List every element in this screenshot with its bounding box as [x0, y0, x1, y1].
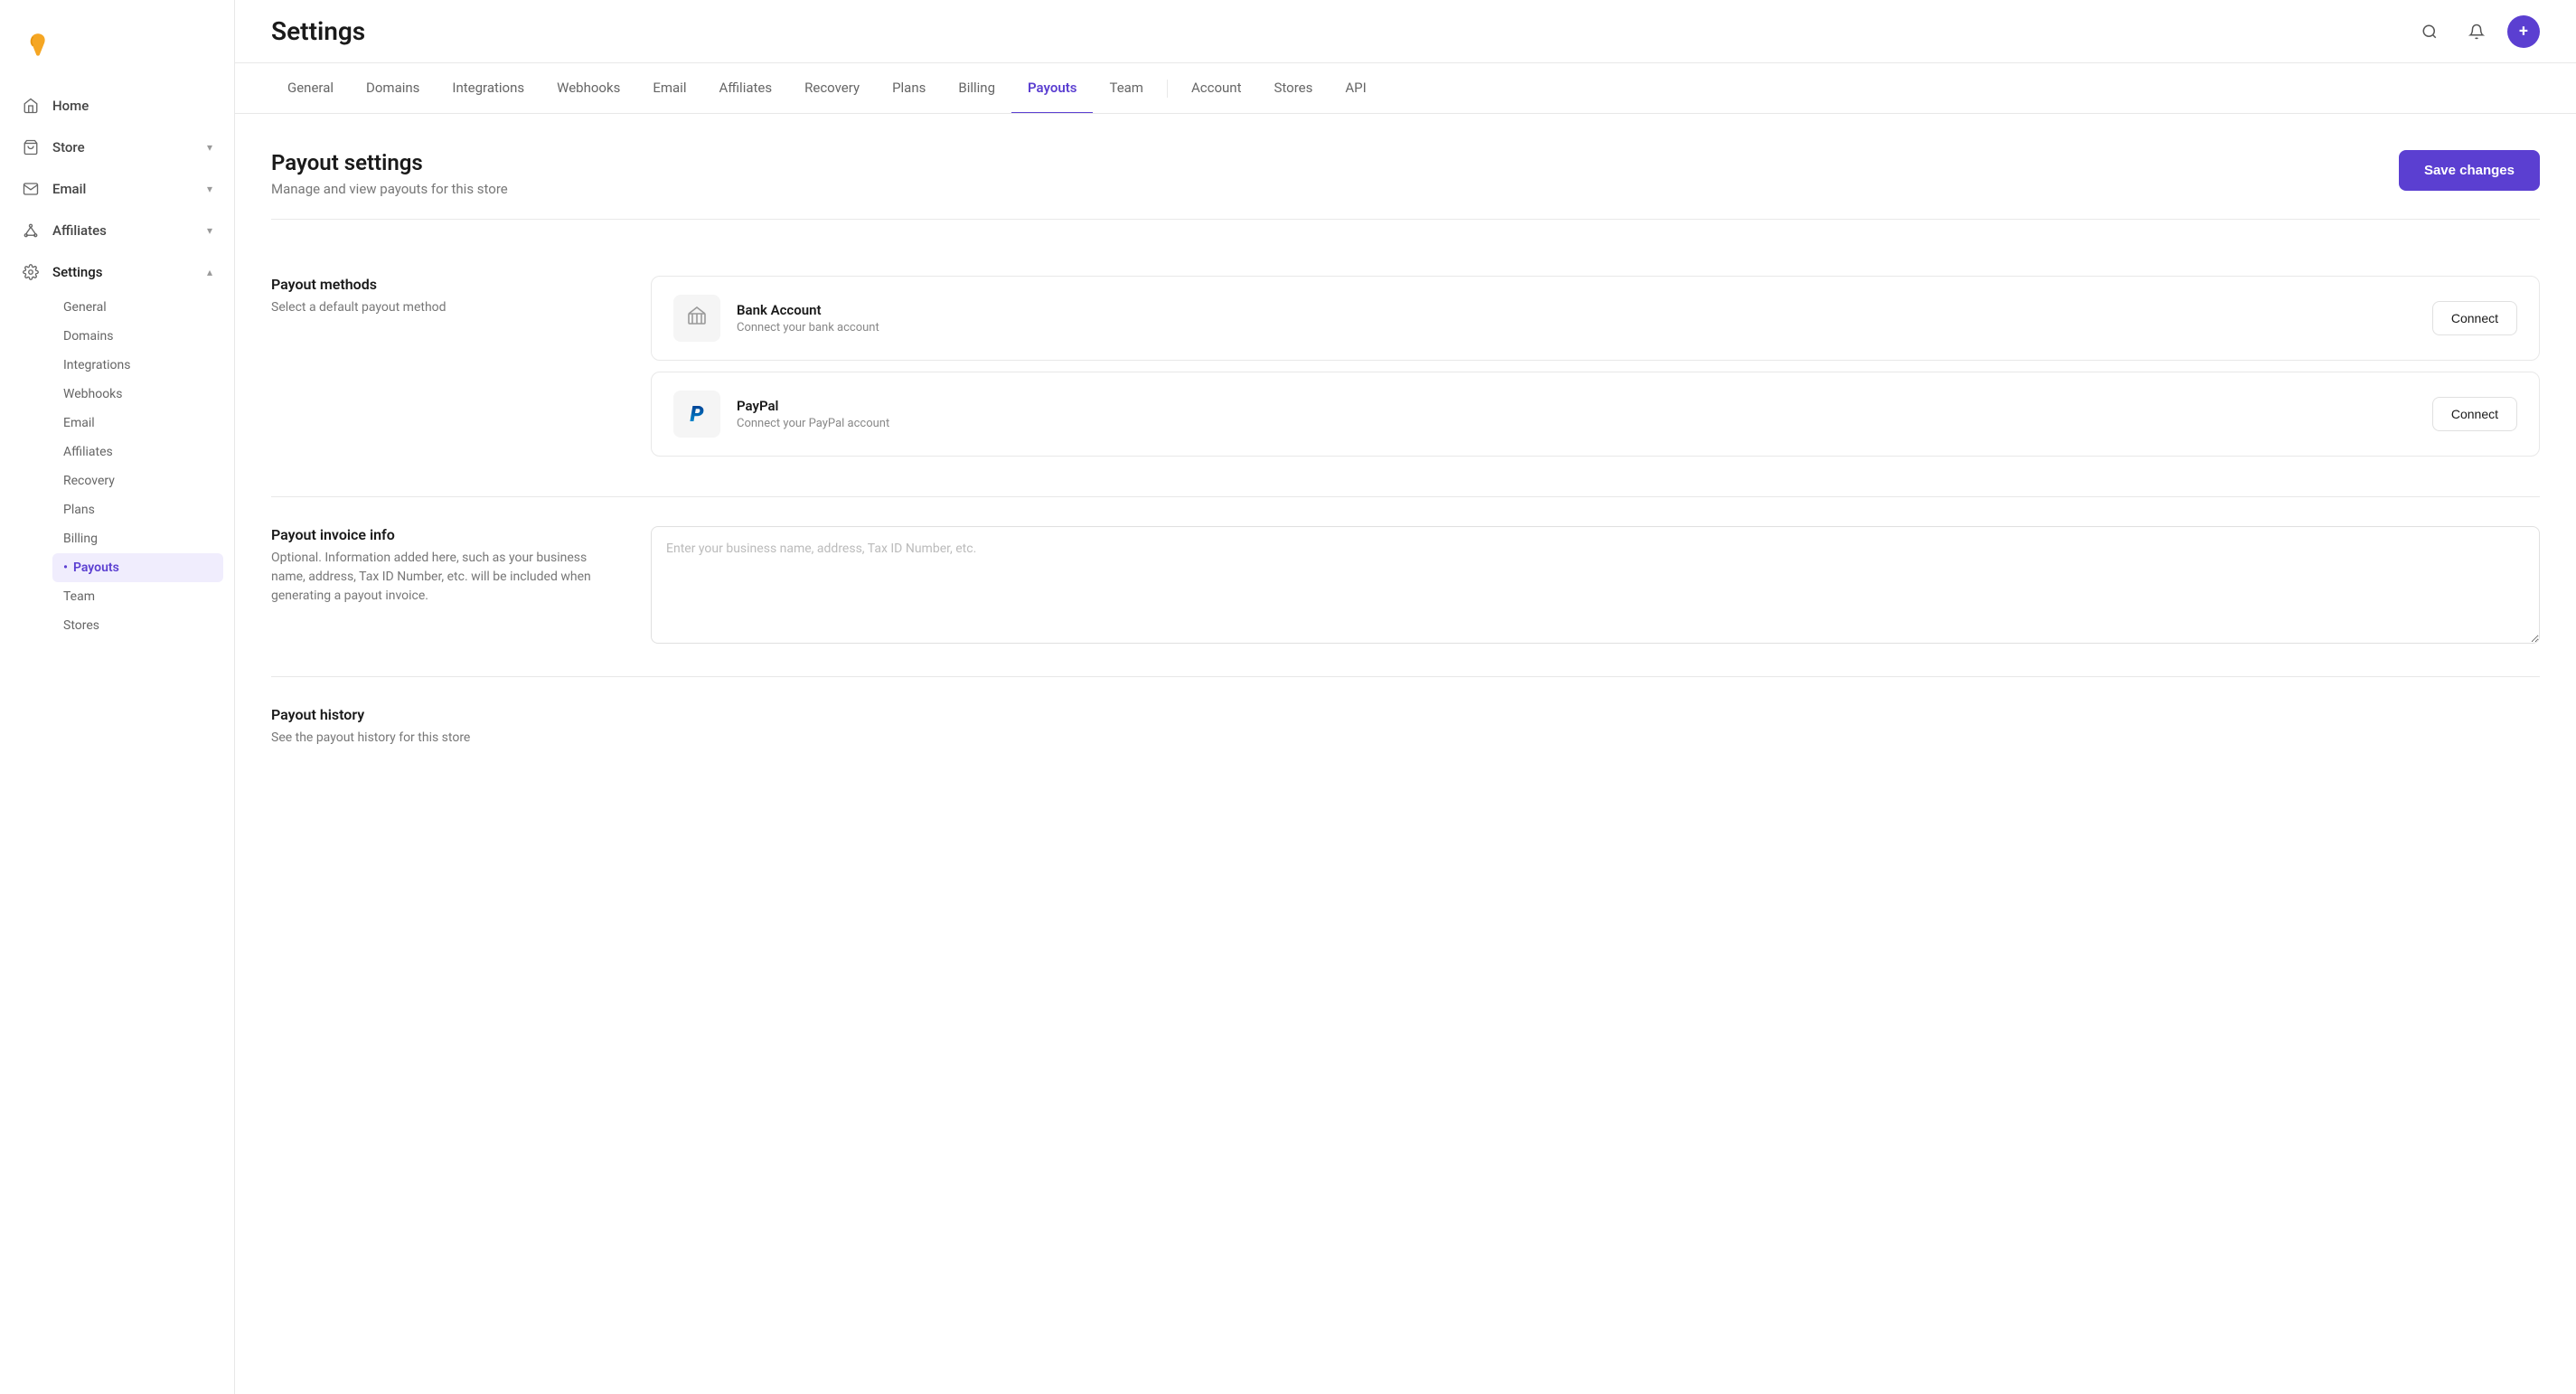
tab-team[interactable]: Team — [1093, 63, 1160, 114]
subnav-billing[interactable]: Billing — [52, 524, 223, 553]
sidebar-item-store-label: Store — [52, 139, 85, 155]
paypal-info: PayPal Connect your PayPal account — [737, 398, 2416, 430]
subnav-team[interactable]: Team — [52, 582, 223, 611]
subnav-email[interactable]: Email — [52, 409, 223, 438]
sidebar-navigation: Home Store ▾ Email ▾ Affiliates ▾ — [0, 85, 234, 1376]
page-section-header: Payout settings Manage and view payouts … — [271, 150, 2540, 220]
payout-methods-content: Bank Account Connect your bank account C… — [651, 276, 2540, 467]
paypal-description: Connect your PayPal account — [737, 417, 2416, 430]
payout-invoice-content — [651, 526, 2540, 647]
sidebar-item-affiliates-label: Affiliates — [52, 222, 107, 239]
payout-invoice-subtitle: Optional. Information added here, such a… — [271, 549, 615, 606]
invoice-info-textarea[interactable] — [651, 526, 2540, 644]
paypal-icon: P — [690, 401, 703, 427]
page-title: Settings — [271, 16, 2395, 46]
settings-subnav: General Domains Integrations Webhooks Em… — [0, 293, 234, 647]
settings-icon — [22, 263, 40, 281]
tab-separator — [1167, 80, 1168, 98]
affiliates-chevron-icon: ▾ — [207, 224, 212, 237]
tab-email[interactable]: Email — [636, 63, 702, 114]
home-icon — [22, 97, 40, 115]
logo — [0, 18, 234, 85]
tab-account[interactable]: Account — [1175, 63, 1258, 114]
bank-account-info: Bank Account Connect your bank account — [737, 302, 2416, 334]
payout-history-title: Payout history — [271, 706, 615, 723]
bank-connect-button[interactable]: Connect — [2432, 301, 2517, 335]
subnav-plans[interactable]: Plans — [52, 495, 223, 524]
payout-history-content — [651, 706, 2540, 748]
payout-settings-subtitle: Manage and view payouts for this store — [271, 181, 508, 197]
sidebar-item-settings-label: Settings — [52, 264, 103, 280]
payout-methods-subtitle: Select a default payout method — [271, 298, 615, 317]
sidebar-item-home-label: Home — [52, 98, 89, 114]
bank-icon-wrapper — [673, 295, 720, 342]
paypal-connect-button[interactable]: Connect — [2432, 397, 2517, 431]
payout-invoice-label: Payout invoice info Optional. Informatio… — [271, 526, 615, 647]
search-button[interactable] — [2413, 15, 2446, 48]
page-heading: Payout settings Manage and view payouts … — [271, 150, 508, 197]
sidebar: Home Store ▾ Email ▾ Affiliates ▾ — [0, 0, 235, 1394]
tab-integrations[interactable]: Integrations — [436, 63, 541, 114]
tab-domains[interactable]: Domains — [350, 63, 436, 114]
tab-api[interactable]: API — [1329, 63, 1382, 114]
page-content: Payout settings Manage and view payouts … — [235, 114, 2576, 1394]
sidebar-item-email[interactable]: Email ▾ — [0, 168, 234, 210]
store-icon — [22, 138, 40, 156]
tab-webhooks[interactable]: Webhooks — [541, 63, 636, 114]
paypal-card: P PayPal Connect your PayPal account Con… — [651, 372, 2540, 457]
tab-plans[interactable]: Plans — [876, 63, 942, 114]
tab-navigation: General Domains Integrations Webhooks Em… — [235, 63, 2576, 114]
bank-account-card: Bank Account Connect your bank account C… — [651, 276, 2540, 361]
subnav-domains[interactable]: Domains — [52, 322, 223, 351]
subnav-payouts[interactable]: Payouts — [52, 553, 223, 582]
email-chevron-icon: ▾ — [207, 183, 212, 195]
page-header: Settings + — [235, 0, 2576, 63]
affiliates-icon — [22, 221, 40, 240]
save-changes-button[interactable]: Save changes — [2399, 150, 2540, 191]
subnav-affiliates[interactable]: Affiliates — [52, 438, 223, 466]
sidebar-item-home[interactable]: Home — [0, 85, 234, 127]
payout-history-subtitle: See the payout history for this store — [271, 729, 615, 748]
payout-invoice-title: Payout invoice info — [271, 526, 615, 543]
tab-affiliates[interactable]: Affiliates — [702, 63, 788, 114]
sidebar-item-settings[interactable]: Settings ▴ — [0, 251, 234, 293]
bank-account-name: Bank Account — [737, 302, 2416, 318]
subnav-webhooks[interactable]: Webhooks — [52, 380, 223, 409]
subnav-stores[interactable]: Stores — [52, 611, 223, 640]
user-avatar[interactable]: + — [2507, 15, 2540, 48]
payout-invoice-row: Payout invoice info Optional. Informatio… — [271, 497, 2540, 677]
subnav-recovery[interactable]: Recovery — [52, 466, 223, 495]
notifications-button[interactable] — [2460, 15, 2493, 48]
settings-chevron-icon: ▴ — [207, 266, 212, 278]
payout-history-label: Payout history See the payout history fo… — [271, 706, 615, 748]
bank-account-description: Connect your bank account — [737, 321, 2416, 334]
header-actions: + — [2413, 15, 2540, 48]
payout-methods-row: Payout methods Select a default payout m… — [271, 247, 2540, 497]
paypal-name: PayPal — [737, 398, 2416, 414]
tab-general[interactable]: General — [271, 63, 350, 114]
subnav-integrations[interactable]: Integrations — [52, 351, 223, 380]
payout-settings-title: Payout settings — [271, 150, 508, 175]
store-chevron-icon: ▾ — [207, 141, 212, 154]
payout-history-row: Payout history See the payout history fo… — [271, 677, 2540, 777]
payout-methods-title: Payout methods — [271, 276, 615, 293]
payout-methods-label: Payout methods Select a default payout m… — [271, 276, 615, 467]
sidebar-item-email-label: Email — [52, 181, 86, 197]
bank-icon — [686, 305, 708, 332]
sidebar-item-affiliates[interactable]: Affiliates ▾ — [0, 210, 234, 251]
paypal-icon-wrapper: P — [673, 391, 720, 438]
tab-billing[interactable]: Billing — [942, 63, 1011, 114]
tab-payouts[interactable]: Payouts — [1011, 63, 1093, 114]
tab-recovery[interactable]: Recovery — [788, 63, 876, 114]
tab-stores[interactable]: Stores — [1257, 63, 1329, 114]
email-icon — [22, 180, 40, 198]
main-content: Settings + General Domains Integrations … — [235, 0, 2576, 1394]
subnav-general[interactable]: General — [52, 293, 223, 322]
sidebar-item-store[interactable]: Store ▾ — [0, 127, 234, 168]
